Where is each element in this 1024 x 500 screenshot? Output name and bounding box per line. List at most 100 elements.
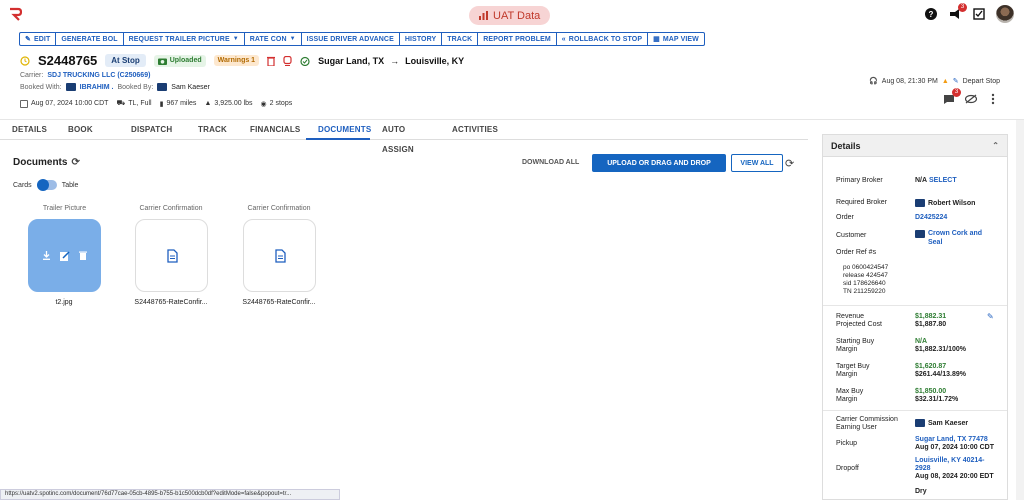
environment-label: UAT Data: [493, 9, 541, 22]
margin-label: Margin: [836, 371, 858, 378]
pencil-icon: ✎: [25, 36, 31, 43]
primary-broker-label: Primary Broker: [836, 177, 883, 184]
top-bar: UAT Data ? 3: [0, 0, 1024, 30]
select-broker-link[interactable]: SELECT: [929, 177, 957, 184]
document-icon: [274, 248, 286, 263]
document-card[interactable]: [28, 219, 101, 292]
max-buy-label: Max Buy: [836, 388, 864, 395]
edit-button[interactable]: ✎ EDIT: [20, 33, 57, 45]
track-label: TRACK: [447, 35, 473, 43]
more-vertical-icon[interactable]: [986, 92, 1000, 106]
view-all-button[interactable]: VIEW ALL: [731, 154, 783, 172]
margin-label: Margin: [836, 396, 858, 403]
tab-financials[interactable]: FINANCIALS: [238, 120, 306, 140]
chevron-up-icon[interactable]: ⌃: [992, 141, 999, 150]
warnings-badge[interactable]: Warnings 1: [213, 55, 260, 66]
required-broker-value: Robert Wilson: [915, 199, 975, 207]
chat-icon[interactable]: 3: [942, 88, 961, 106]
dropoff-label: Dropoff: [836, 465, 859, 472]
customer-link[interactable]: Crown Cork and: [928, 229, 982, 238]
starting-margin-value: $1,882.31/100%: [915, 346, 966, 353]
trash-icon[interactable]: [267, 56, 276, 66]
avatar[interactable]: [996, 5, 1014, 23]
issue-driver-advance-button[interactable]: ISSUE DRIVER ADVANCE: [302, 33, 400, 45]
map-view-label: MAP VIEW: [662, 35, 699, 43]
logo-icon[interactable]: [8, 7, 22, 21]
carrier-link[interactable]: SDJ TRUCKING LLC (C250669): [47, 72, 150, 79]
cards-table-switch[interactable]: [36, 179, 57, 191]
eye-off-icon[interactable]: [964, 92, 978, 106]
report-problem-button[interactable]: REPORT PROBLEM: [478, 33, 557, 45]
megaphone-icon[interactable]: 3: [948, 3, 967, 21]
help-icon[interactable]: ?: [924, 7, 938, 21]
booked-with-link[interactable]: IBRAHIM .: [80, 84, 114, 91]
customer-label: Customer: [836, 232, 867, 239]
clock-icon: [20, 55, 30, 66]
miles-stat: ▮ 967 miles: [160, 100, 197, 108]
header-actions: 3: [942, 88, 1000, 106]
issue-driver-advance-label: ISSUE DRIVER ADVANCE: [306, 35, 394, 43]
document-name[interactable]: S2448765-RateConfir...: [229, 299, 329, 306]
mode-stat: ⛟ TL, Full: [116, 99, 151, 108]
track-button[interactable]: TRACK: [442, 33, 479, 45]
tab-track[interactable]: TRACK: [186, 120, 238, 140]
projected-cost-value: $1,887.80: [915, 321, 947, 328]
dropoff-link[interactable]: Louisville, KY 40214-: [915, 457, 985, 464]
card-type-label: Trailer Picture: [42, 205, 87, 212]
card-type-label: Carrier Confirmation: [139, 205, 203, 212]
tab-book[interactable]: BOOK: [56, 120, 119, 140]
document-name[interactable]: S2448765-RateConfir...: [121, 299, 221, 306]
pencil-icon[interactable]: ✎: [953, 77, 959, 85]
download-all-button[interactable]: DOWNLOAD ALL: [522, 159, 579, 166]
history-button[interactable]: HISTORY: [400, 33, 443, 45]
action-toolbar: ✎ EDIT GENERATE BOL REQUEST TRAILER PICTU…: [19, 32, 705, 46]
refresh-icon[interactable]: ⟳: [785, 157, 794, 170]
documents-title: Documents ⟳: [13, 157, 80, 168]
environment-badge: UAT Data: [469, 6, 551, 25]
document-name[interactable]: t2.jpg: [14, 299, 114, 306]
document-card[interactable]: [135, 219, 208, 292]
tab-activities[interactable]: ACTIVITIES: [440, 120, 510, 140]
edit-icon[interactable]: [60, 250, 70, 261]
order-link[interactable]: D2425224: [915, 214, 947, 221]
rollback-to-stop-button[interactable]: «ROLLBACK TO STOP: [557, 33, 649, 45]
delete-icon[interactable]: [79, 251, 87, 260]
request-trailer-picture-button[interactable]: REQUEST TRAILER PICTURE ▼: [124, 33, 245, 45]
switch-knob: [36, 179, 49, 191]
order-stats: Aug 07, 2024 10:00 CDT ⛟ TL, Full ▮ 967 mi…: [20, 99, 292, 108]
document-card[interactable]: [243, 219, 316, 292]
caret-down-icon: ▼: [232, 36, 239, 42]
map-icon: ▦: [653, 36, 660, 43]
tab-dispatch[interactable]: DISPATCH: [119, 120, 186, 140]
customer-link-2[interactable]: Seal: [928, 238, 982, 247]
primary-broker-value: N/A SELECT: [915, 177, 957, 184]
upload-button[interactable]: UPLOAD OR DRAG AND DROP: [592, 154, 726, 172]
tab-documents[interactable]: DOCUMENTS: [306, 120, 371, 140]
map-view-button[interactable]: ▦ MAP VIEW: [648, 33, 704, 45]
download-icon[interactable]: [42, 251, 51, 260]
dropoff-link-2[interactable]: 2928: [915, 465, 931, 472]
customer-value: Crown Cork and Seal: [915, 229, 982, 247]
page-scrollbar[interactable]: [1016, 120, 1024, 500]
pickup-time: Aug 07, 2024 10:00 CDT: [915, 444, 994, 451]
generate-bol-label: GENERATE BOL: [61, 35, 118, 43]
rollback-label: ROLLBACK TO STOP: [568, 35, 643, 43]
carrier-commission-label: Carrier Commission: [836, 416, 898, 423]
checklist-icon[interactable]: [972, 7, 986, 21]
weight-stat: ▲ 3,925.00 lbs: [204, 100, 252, 107]
pickup-link[interactable]: Sugar Land, TX 77478: [915, 436, 988, 443]
chart-bars-icon: ▮: [159, 100, 164, 108]
pencil-icon[interactable]: ✎: [987, 312, 994, 321]
depart-stop-link[interactable]: Depart Stop: [963, 78, 1000, 85]
required-broker: Robert Wilson: [928, 199, 976, 207]
rate-con-button[interactable]: RATE CON ▼: [245, 33, 302, 45]
details-header[interactable]: Details ⌃: [823, 135, 1007, 157]
dropoff-time: Aug 08, 2024 20:00 EDT: [915, 473, 994, 480]
refresh-icon[interactable]: ⟳: [71, 157, 79, 168]
tab-details[interactable]: DETAILS: [0, 120, 56, 140]
tab-auto-assign[interactable]: AUTO ASSIGN: [370, 120, 440, 154]
generate-bol-button[interactable]: GENERATE BOL: [56, 33, 124, 45]
last-update-info: 🎧 Aug 08, 21:30 PM ▲ ✎ Depart Stop: [869, 77, 1000, 86]
target-margin-value: $261.44/13.89%: [915, 371, 966, 378]
origin: Sugar Land, TX: [318, 55, 385, 66]
